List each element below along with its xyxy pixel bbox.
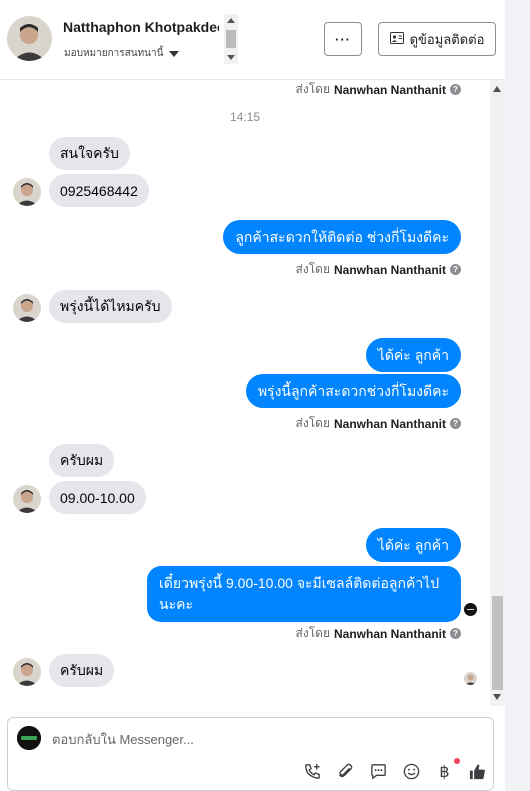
contact-card-icon — [389, 31, 404, 47]
sender-avatar[interactable] — [13, 658, 41, 686]
outgoing-message[interactable]: ได้ค่ะ ลูกค้า — [365, 528, 461, 562]
name-scrollbar[interactable] — [224, 14, 238, 64]
outgoing-message[interactable]: ลูกค้าสะดวกให้ติดต่อ ช่วงกี่โมงดีคะ — [223, 220, 461, 254]
chevron-down-icon — [169, 50, 180, 57]
incoming-message[interactable]: ครับผม — [49, 654, 115, 687]
scroll-up-arrow-icon[interactable] — [227, 18, 235, 23]
saved-reply-icon[interactable] — [369, 762, 388, 781]
scroll-down-arrow-icon[interactable] — [227, 55, 235, 60]
agent-name: Nanwhan Nanthanit — [333, 82, 446, 97]
outgoing-message[interactable]: พรุ่งนี้ลูกค้าสะดวกช่วงกี่โมงดีคะ — [245, 374, 461, 408]
sent-by-label: ส่งโดย Nanwhan Nanthanit ? — [296, 624, 461, 643]
page-avatar — [17, 726, 41, 750]
incoming-message[interactable]: ครับผม — [49, 444, 115, 477]
contact-avatar[interactable] — [7, 16, 52, 61]
scrollbar-thumb[interactable] — [492, 596, 503, 690]
conversation-header: Natthaphon Khotpakdee มอบหมายการสนทนานี้… — [0, 0, 505, 80]
sent-by-label: ส่งโดย Nanwhan Nanthanit ? — [296, 260, 461, 279]
sender-avatar[interactable] — [13, 178, 41, 206]
sent-by-label: ส่งโดย Nanwhan Nanthanit ? — [296, 414, 461, 433]
incoming-message[interactable]: สนใจครับ — [49, 137, 130, 170]
emoji-icon[interactable] — [402, 762, 421, 781]
message-thread: ส่งโดย Nanwhan Nanthanit ? 14:15 สนใจครั… — [0, 80, 490, 706]
assign-label: มอบหมายการสนทนานี้ — [64, 48, 164, 59]
outgoing-message[interactable]: ได้ค่ะ ลูกค้า — [365, 338, 461, 372]
incoming-message[interactable]: พรุ่งนี้ได้ไหมครับ — [49, 290, 172, 323]
assign-conversation-dropdown[interactable]: มอบหมายการสนทนานี้ — [64, 46, 180, 61]
reply-input[interactable] — [52, 732, 432, 747]
incoming-message[interactable]: 09.00-10.00 — [49, 481, 146, 514]
contact-info-button[interactable]: ดูข้อมูลติดต่อ — [378, 22, 496, 56]
contact-name-panel: Natthaphon Khotpakdee มอบหมายการสนทนานี้ — [58, 14, 238, 64]
notification-dot — [454, 758, 460, 764]
payment-baht-icon[interactable]: ฿ — [435, 758, 460, 781]
chat-scrollbar[interactable] — [490, 80, 505, 706]
contact-info-label: ดูข้อมูลติดต่อ — [409, 31, 485, 47]
read-receipt-avatar — [464, 672, 477, 685]
scroll-down-arrow-icon[interactable] — [493, 694, 501, 700]
help-icon[interactable]: ? — [450, 418, 461, 429]
outgoing-message[interactable]: เดี๋ยวพรุ่งนี้ 9.00-10.00 จะมีเซลล์ติดต่… — [147, 566, 461, 622]
incoming-message[interactable]: 0925468442 — [49, 174, 149, 207]
help-icon[interactable]: ? — [450, 264, 461, 275]
help-icon[interactable]: ? — [450, 84, 461, 95]
more-options-button[interactable]: ··· — [324, 22, 362, 56]
agent-name: Nanwhan Nanthanit — [333, 416, 446, 431]
scroll-up-arrow-icon[interactable] — [493, 86, 501, 92]
ellipsis-icon: ··· — [335, 31, 351, 47]
scrollbar-thumb[interactable] — [226, 30, 236, 48]
attachment-icon[interactable] — [336, 762, 355, 781]
help-icon[interactable]: ? — [450, 628, 461, 639]
delivered-status-icon — [464, 603, 477, 616]
sender-avatar[interactable] — [13, 294, 41, 322]
timestamp: 14:15 — [229, 110, 261, 124]
composer-toolbar: ฿ — [303, 758, 487, 781]
agent-name: Nanwhan Nanthanit — [333, 262, 446, 277]
add-call-icon[interactable] — [303, 762, 322, 781]
agent-name: Nanwhan Nanthanit — [333, 626, 446, 641]
sent-by-label: ส่งโดย Nanwhan Nanthanit ? — [296, 80, 461, 99]
sender-avatar[interactable] — [13, 485, 41, 513]
message-composer: ฿ — [7, 717, 494, 791]
thumbs-up-icon[interactable] — [468, 762, 487, 781]
contact-name[interactable]: Natthaphon Khotpakdee — [63, 19, 219, 35]
side-panel-edge — [505, 0, 530, 791]
